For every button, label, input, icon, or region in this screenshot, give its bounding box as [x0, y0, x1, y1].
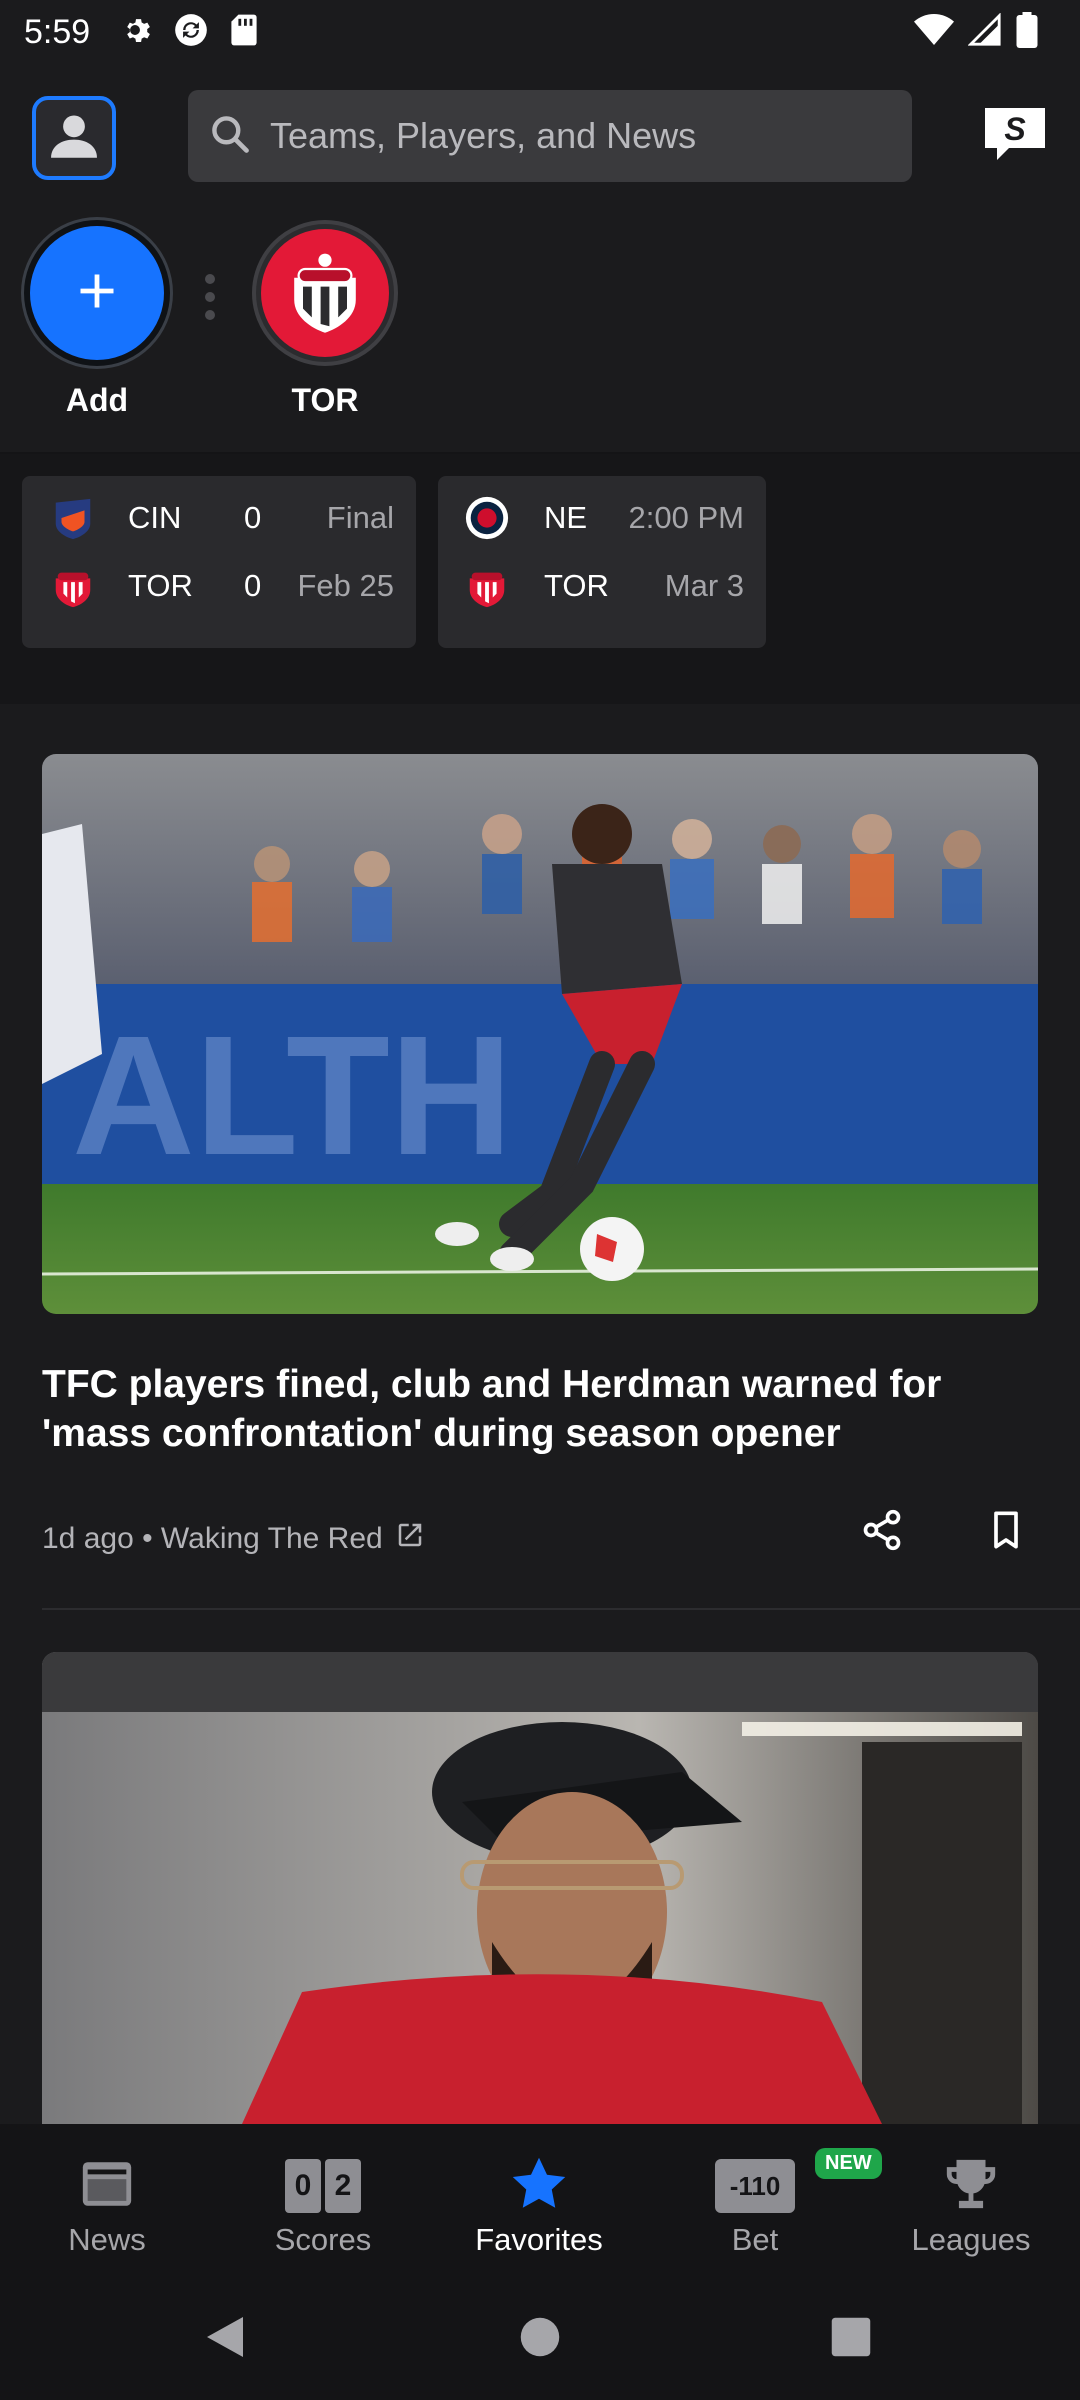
score-row: TOR 0 Feb 25: [22, 556, 416, 616]
team-abbr: CIN: [128, 500, 182, 535]
score-row: TOR Mar 3: [438, 556, 766, 616]
search-icon: [208, 112, 252, 161]
chat-s-icon: S: [981, 106, 1049, 167]
team-score: 0: [244, 568, 262, 603]
tor-label: TOR: [291, 382, 359, 418]
drag-handle[interactable]: [204, 274, 216, 320]
bookmark-button[interactable]: [978, 1504, 1034, 1560]
plus-icon: [75, 269, 119, 318]
favorite-team-tor[interactable]: TOR: [250, 220, 400, 419]
svg-text:S: S: [1004, 111, 1026, 147]
score-row: NE 2:00 PM: [438, 488, 766, 548]
nav-tab-news[interactable]: News: [17, 2154, 197, 2258]
toronto-fc-logo-icon: [281, 247, 369, 340]
news-icon: [78, 2155, 136, 2218]
share-icon: [860, 1508, 904, 1557]
article-title[interactable]: TFC players fined, club and Herdman warn…: [42, 1360, 1022, 1458]
nav-tab-favorites[interactable]: Favorites: [449, 2154, 629, 2258]
sportsbook-button[interactable]: S: [980, 104, 1050, 168]
profile-button[interactable]: [32, 96, 116, 180]
sync-icon: [172, 11, 210, 54]
status-time: 5:59: [24, 12, 91, 51]
scoreboard-icon: 0 2: [285, 2154, 361, 2218]
recents-button[interactable]: [826, 2314, 876, 2364]
divider: [42, 1608, 1080, 1610]
team-score: 0: [244, 500, 262, 535]
trophy-icon: [942, 2155, 1000, 2218]
bottom-navigation: News 0 2 Scores Favorites -110 NEW Bet L…: [0, 2124, 1080, 2274]
nav-label: Leagues: [911, 2222, 1031, 2257]
sd-card-icon: [230, 13, 258, 52]
game-status: Final: [326, 500, 394, 535]
favorites-row: Add TOR: [0, 220, 1080, 450]
svg-text:ALTH: ALTH: [72, 1001, 513, 1191]
nav-label: Bet: [731, 2222, 779, 2257]
recents-square-icon: [830, 2316, 872, 2363]
odds-ticket-icon: -110: [715, 2159, 795, 2213]
wifi-icon: [914, 13, 954, 52]
home-button[interactable]: [515, 2314, 565, 2364]
nav-tab-bet[interactable]: -110 NEW Bet: [665, 2148, 882, 2258]
article-image[interactable]: ALTH: [42, 754, 1038, 1314]
app-header: Teams, Players, and News S: [0, 86, 1080, 186]
article-meta[interactable]: 1d ago • Waking The Red: [42, 1520, 425, 1558]
article-image[interactable]: [42, 1652, 1038, 2124]
scoreboard-digit: 0: [285, 2159, 321, 2213]
user-icon: [45, 107, 103, 170]
news-feed[interactable]: ALTH TFC players fined, club and Herdman…: [0, 704, 1080, 2124]
add-label: Add: [65, 382, 129, 418]
toronto-fc-logo-icon: [50, 563, 96, 609]
battery-icon: [1016, 11, 1038, 53]
nav-label: Favorites: [475, 2222, 603, 2257]
article-source: 1d ago • Waking The Red: [42, 1522, 383, 1555]
new-badge: NEW: [815, 2148, 882, 2179]
scoreboard-digit: 2: [325, 2159, 361, 2213]
team-abbr: TOR: [544, 568, 609, 603]
cell-signal-icon: [967, 11, 1002, 52]
star-icon: [509, 2154, 569, 2219]
score-card[interactable]: CIN 0 Final TOR 0 Feb 25: [22, 476, 416, 648]
settings-icon: [118, 13, 152, 52]
nav-label: Scores: [274, 2222, 372, 2257]
team-abbr: TOR: [128, 568, 193, 603]
bookmark-icon: [986, 1508, 1026, 1557]
score-card[interactable]: NE 2:00 PM TOR Mar 3: [438, 476, 766, 648]
status-bar: 5:59: [0, 0, 1080, 64]
nav-tab-scores[interactable]: 0 2 Scores: [233, 2154, 413, 2258]
add-circle[interactable]: [24, 220, 170, 366]
home-circle-icon: [519, 2316, 561, 2363]
new-england-revolution-logo-icon: [464, 495, 510, 541]
tor-team-circle[interactable]: [252, 220, 398, 366]
search-placeholder: Teams, Players, and News: [270, 115, 697, 156]
nav-tab-leagues[interactable]: Leagues: [881, 2154, 1061, 2258]
game-date: Mar 3: [664, 568, 744, 603]
game-date: Feb 25: [297, 568, 394, 603]
back-button[interactable]: [200, 2314, 250, 2364]
scores-strip: CIN 0 Final TOR 0 Feb 25 NE 2:00 PM TOR: [0, 454, 1080, 704]
nav-label: News: [68, 2222, 146, 2257]
fc-cincinnati-logo-icon: [50, 495, 96, 541]
external-link-icon: [395, 1520, 425, 1558]
search-input[interactable]: Teams, Players, and News: [188, 90, 912, 182]
team-abbr: NE: [544, 500, 588, 535]
score-row: CIN 0 Final: [22, 488, 416, 548]
back-triangle-icon: [203, 2313, 247, 2366]
system-navigation-bar: [0, 2274, 1080, 2400]
add-favorite-button[interactable]: Add: [22, 220, 172, 419]
share-button[interactable]: [854, 1504, 910, 1560]
game-time: 2:00 PM: [628, 500, 744, 535]
toronto-fc-logo-icon: [464, 563, 510, 609]
